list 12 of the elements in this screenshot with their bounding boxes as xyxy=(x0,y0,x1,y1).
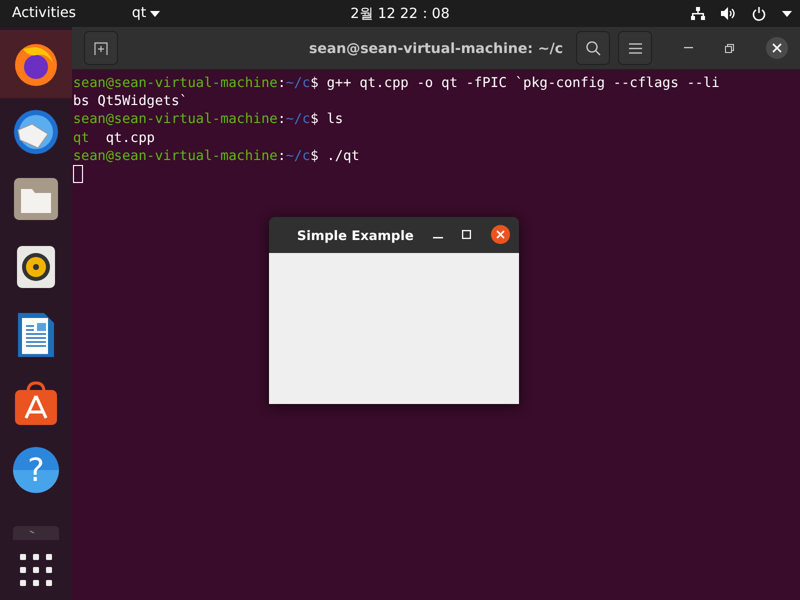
terminal-line: bs Qt5Widgets` xyxy=(73,93,188,110)
app-menu-label[interactable]: qt xyxy=(132,3,146,24)
activities-button[interactable]: Activities xyxy=(12,3,76,24)
terminal-line: qt qt.cpp xyxy=(73,130,155,146)
terminal-line: sean@sean-virtual-machine:~/c$ ./qt xyxy=(73,148,360,164)
dock-item[interactable]: ? xyxy=(0,436,72,504)
window-title: Simple Example xyxy=(297,228,414,246)
help-icon: ? xyxy=(13,447,59,494)
terminal-line: sean@sean-virtual-machine:~/c$ ls xyxy=(73,111,344,128)
terminal-line: sean@sean-virtual-machine:~/c$ g++ qt.cpp -o qt -fPIC `pkg-config --cflags --li xyxy=(73,75,720,91)
window-title: sean@sean-virtual-machine: ~/c xyxy=(308,40,564,59)
clock[interactable]: 2월 12 22：08 xyxy=(350,4,450,25)
